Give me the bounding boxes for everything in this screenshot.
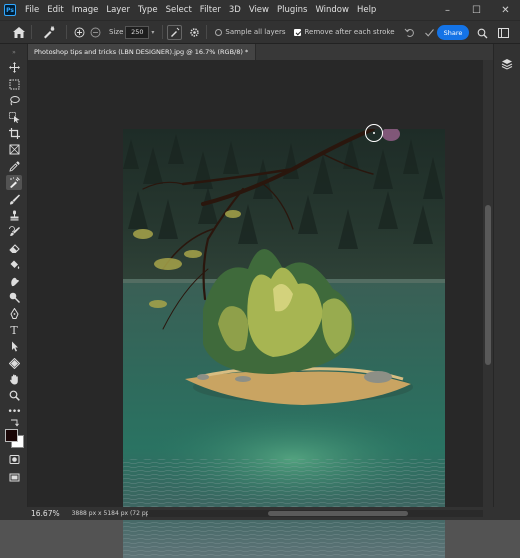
object-selection-tool-icon[interactable] [6, 110, 22, 125]
zoom-level[interactable]: 16.67% [31, 509, 60, 518]
size-label: Size [109, 28, 124, 36]
remove-after-stroke-label: Remove after each stroke [304, 28, 395, 36]
size-input[interactable]: 250 [125, 25, 150, 39]
history-brush-tool-icon[interactable] [6, 224, 22, 239]
remove-tool-icon[interactable] [6, 175, 22, 190]
screen-mode-icon[interactable] [6, 470, 22, 485]
hand-tool-icon[interactable] [6, 372, 22, 387]
share-button[interactable]: Share [437, 25, 469, 40]
right-panel-dock [493, 44, 520, 508]
tools-panel: » T ••• [0, 44, 28, 508]
path-selection-tool-icon[interactable] [6, 339, 22, 354]
menu-type[interactable]: Type [134, 5, 162, 15]
minimize-button[interactable]: – [433, 0, 462, 20]
menu-layer[interactable]: Layer [102, 5, 134, 15]
window-controls: – ☐ ✕ [433, 0, 520, 20]
menu-file[interactable]: File [21, 5, 43, 15]
document-info: 3888 px x 5184 px (72 ppi) [71, 510, 154, 517]
horizontal-scroll-thumb[interactable] [268, 511, 408, 516]
menu-filter[interactable]: Filter [196, 5, 225, 15]
menu-bar: Ps File Edit Image Layer Type Select Fil… [0, 0, 520, 20]
type-tool-icon[interactable]: T [6, 323, 22, 338]
shape-tool-icon[interactable] [6, 356, 22, 371]
vertical-scroll-thumb[interactable] [485, 205, 491, 365]
menu-plugins[interactable]: Plugins [273, 5, 311, 15]
foreground-color-swatch[interactable] [5, 429, 18, 442]
horizontal-scrollbar[interactable] [148, 510, 483, 517]
layers-panel-icon[interactable] [499, 56, 515, 72]
menu-view[interactable]: View [245, 5, 273, 15]
eyedropper-tool-icon[interactable] [6, 159, 22, 174]
remove-after-stroke-checkbox[interactable] [294, 28, 302, 36]
menu-window[interactable]: Window [311, 5, 353, 15]
tab-strip [256, 44, 493, 60]
menu-image[interactable]: Image [68, 5, 103, 15]
maximize-button[interactable]: ☐ [462, 0, 491, 20]
brush-tool-icon[interactable] [6, 192, 22, 207]
photoshop-logo: Ps [4, 4, 16, 16]
crop-tool-icon[interactable] [6, 126, 22, 141]
frame-tool-icon[interactable] [6, 142, 22, 157]
clone-stamp-tool-icon[interactable] [6, 208, 22, 223]
undo-icon[interactable] [402, 24, 418, 40]
pressure-size-icon[interactable] [167, 24, 183, 40]
document-tab-title: Photoshop tips and tricks (LBN DESIGNER)… [34, 48, 249, 56]
document-image[interactable] [123, 129, 445, 558]
brush-plus-icon[interactable] [71, 24, 87, 40]
sample-all-layers-checkbox[interactable] [215, 28, 223, 36]
close-button[interactable]: ✕ [491, 0, 520, 20]
menu-edit[interactable]: Edit [43, 5, 67, 15]
brush-minus-icon[interactable] [87, 24, 103, 40]
dodge-tool-icon[interactable] [6, 290, 22, 305]
marquee-tool-icon[interactable] [6, 77, 22, 92]
commit-checkmark-icon[interactable] [422, 24, 438, 40]
move-tool-icon[interactable] [6, 60, 22, 75]
canvas-area[interactable] [28, 60, 483, 558]
toolbar-collapse-icon[interactable]: » [6, 48, 22, 56]
options-bar: Size 250 ▾ Sample all layers Remove afte… [0, 20, 520, 44]
eraser-tool-icon[interactable] [6, 241, 22, 256]
separator [162, 25, 164, 39]
size-dropdown-icon[interactable]: ▾ [151, 29, 154, 36]
quick-mask-icon[interactable] [6, 452, 22, 467]
smudge-tool-icon[interactable] [6, 274, 22, 289]
home-icon[interactable] [11, 24, 27, 40]
menu-3d[interactable]: 3D [225, 5, 245, 15]
pen-tool-icon[interactable] [6, 306, 22, 321]
menu-help[interactable]: Help [353, 5, 380, 15]
separator [66, 25, 67, 39]
workspace-icon[interactable] [495, 25, 511, 41]
lasso-tool-icon[interactable] [6, 93, 22, 108]
separator [206, 25, 208, 39]
gear-icon[interactable] [186, 24, 202, 40]
remove-tool-preset-icon[interactable] [40, 24, 56, 40]
document-tab[interactable]: Photoshop tips and tricks (LBN DESIGNER)… [28, 44, 263, 60]
separator [31, 25, 32, 39]
sample-all-layers-label: Sample all layers [225, 28, 286, 36]
paint-bucket-tool-icon[interactable] [6, 257, 22, 272]
status-bar: 16.67% 3888 px x 5184 px (72 ppi) › [0, 507, 520, 520]
menu-select[interactable]: Select [162, 5, 196, 15]
search-icon[interactable] [474, 25, 490, 41]
zoom-tool-icon[interactable] [6, 388, 22, 403]
brush-cursor [365, 124, 383, 142]
vertical-scrollbar[interactable] [483, 60, 493, 507]
